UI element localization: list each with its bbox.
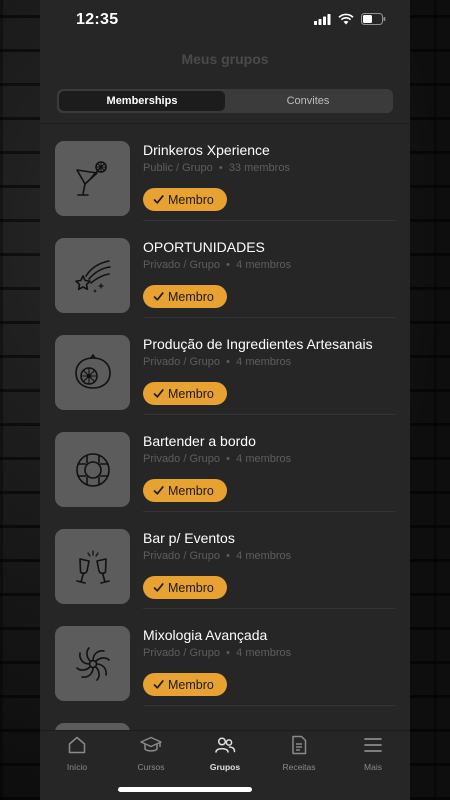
status-time: 12:35 [76, 11, 119, 28]
nav-mais[interactable]: Mais [336, 735, 410, 772]
group-row[interactable]: Bartender a bordo Privado / Grupo • 4 me… [40, 415, 410, 512]
member-button[interactable]: Membro [143, 576, 227, 599]
group-member-count: 4 membros [236, 259, 292, 271]
meta-separator: • [226, 259, 231, 271]
group-row[interactable]: Produção de Ingredientes Artesanais Priv… [40, 318, 410, 415]
nav-grupos[interactable]: Grupos [188, 735, 262, 772]
champagne-toast-icon [71, 545, 115, 589]
group-name[interactable]: Bartender a bordo [143, 433, 256, 449]
groups-list[interactable]: Drinkeros Xperience Public / Grupo • 33 … [40, 124, 410, 730]
lemon-slice-icon [71, 351, 115, 395]
group-name[interactable]: Bar p/ Eventos [143, 530, 235, 546]
member-button-label: Membro [168, 192, 214, 207]
group-meta: Public / Grupo • 33 membros [143, 162, 290, 174]
group-member-count: 33 membros [228, 162, 290, 174]
group-member-count: 4 membros [236, 550, 292, 562]
group-name[interactable]: Drinkeros Xperience [143, 142, 270, 158]
cocktail-glass-icon [71, 157, 115, 201]
lifebuoy-icon [71, 448, 115, 492]
tab-memberships[interactable]: Memberships [59, 91, 225, 111]
check-icon [153, 582, 164, 593]
status-bar: 12:35 [40, 0, 410, 44]
group-member-count: 4 membros [236, 356, 292, 368]
segmented-control: Memberships Convites [57, 89, 393, 113]
battery-icon [361, 13, 386, 25]
nav-label: Grupos [209, 762, 241, 772]
nav-cursos[interactable]: Cursos [114, 735, 188, 772]
group-meta: Privado / Grupo • 4 membros [143, 356, 291, 368]
member-button-label: Membro [168, 677, 214, 692]
group-meta: Privado / Grupo • 4 membros [143, 453, 291, 465]
group-row[interactable]: OPORTUNIDADES Privado / Grupo • 4 membro… [40, 221, 410, 318]
home-icon [67, 735, 87, 755]
meta-separator: • [218, 162, 223, 174]
nav-label: Mais [364, 762, 382, 772]
group-visibility: Privado / Grupo [143, 453, 221, 465]
group-visibility: Privado / Grupo [143, 259, 221, 271]
group-member-count: 4 membros [236, 647, 292, 659]
group-row[interactable]: Mixologia Avançada Privado / Grupo • 4 m… [40, 609, 410, 706]
group-visibility: Privado / Grupo [143, 550, 221, 562]
member-button[interactable]: Membro [143, 673, 227, 696]
check-icon [153, 291, 164, 302]
meta-separator: • [226, 550, 231, 562]
meta-separator: • [226, 647, 231, 659]
graduation-cap-icon [140, 735, 162, 755]
check-icon [153, 388, 164, 399]
group-row-partial[interactable] [40, 706, 410, 730]
group-thumbnail[interactable] [55, 141, 130, 216]
swirl-icon [71, 642, 115, 686]
member-button-label: Membro [168, 483, 214, 498]
group-member-count: 4 membros [236, 453, 292, 465]
member-button[interactable]: Membro [143, 285, 227, 308]
member-button-label: Membro [168, 386, 214, 401]
member-button-label: Membro [168, 580, 214, 595]
member-button[interactable]: Membro [143, 188, 227, 211]
group-thumbnail[interactable] [55, 238, 130, 313]
group-meta: Privado / Grupo • 4 membros [143, 647, 291, 659]
group-visibility: Public / Grupo [143, 162, 213, 174]
group-name[interactable]: Produção de Ingredientes Artesanais [143, 336, 373, 352]
check-icon [153, 194, 164, 205]
group-row[interactable]: Bar p/ Eventos Privado / Grupo • 4 membr… [40, 512, 410, 609]
wifi-icon [338, 13, 354, 25]
users-icon [214, 735, 236, 755]
group-thumbnail[interactable] [55, 529, 130, 604]
check-icon [153, 679, 164, 690]
signal-icon [314, 13, 331, 25]
nav-label: Cursos [137, 762, 165, 772]
group-thumbnail[interactable] [55, 723, 130, 730]
nav-label: Receitas [282, 762, 316, 772]
page-title: Meus grupos [181, 51, 269, 67]
group-visibility: Privado / Grupo [143, 356, 221, 368]
member-button[interactable]: Membro [143, 479, 227, 502]
group-thumbnail[interactable] [55, 432, 130, 507]
member-button-label: Membro [168, 289, 214, 304]
group-name[interactable]: Mixologia Avançada [143, 627, 267, 643]
nav-inicio[interactable]: Início [40, 735, 114, 772]
group-row[interactable]: Drinkeros Xperience Public / Grupo • 33 … [40, 124, 410, 221]
meta-separator: • [226, 356, 231, 368]
meta-separator: • [226, 453, 231, 465]
group-meta: Privado / Grupo • 4 membros [143, 259, 291, 271]
group-meta: Privado / Grupo • 4 membros [143, 550, 291, 562]
member-button[interactable]: Membro [143, 382, 227, 405]
nav-receitas[interactable]: Receitas [262, 735, 336, 772]
group-thumbnail[interactable] [55, 626, 130, 701]
group-thumbnail[interactable] [55, 335, 130, 410]
check-icon [153, 485, 164, 496]
nav-label: Início [66, 762, 88, 772]
status-icons [314, 13, 386, 25]
app-screen: 12:35 Meus grupos Memberships Convites D… [40, 0, 410, 800]
group-visibility: Privado / Grupo [143, 647, 221, 659]
group-name[interactable]: OPORTUNIDADES [143, 239, 265, 255]
document-icon [289, 735, 309, 755]
menu-icon [363, 735, 383, 755]
shooting-star-icon [71, 254, 115, 298]
tab-convites[interactable]: Convites [225, 91, 391, 111]
home-indicator[interactable] [118, 787, 252, 792]
